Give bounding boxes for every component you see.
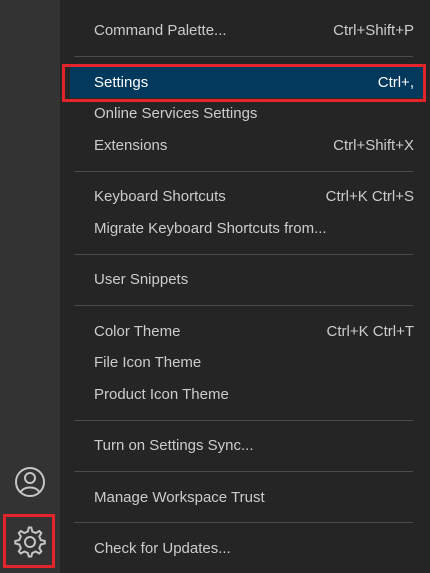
menu-item-shortcut: Ctrl+Shift+X bbox=[333, 137, 414, 154]
menu-item-label: Command Palette... bbox=[94, 22, 227, 39]
menu-item-manage-workspace-trust[interactable]: Manage Workspace Trust bbox=[70, 482, 424, 513]
menu-item-command-palette[interactable]: Command Palette... Ctrl+Shift+P bbox=[70, 15, 424, 46]
menu-item-shortcut: Ctrl+K Ctrl+S bbox=[325, 188, 414, 205]
menu-item-label: Online Services Settings bbox=[94, 105, 258, 122]
menu-item-shortcut: Ctrl+K Ctrl+T bbox=[326, 323, 414, 340]
menu-item-label: Color Theme bbox=[94, 323, 181, 340]
menu-item-file-icon-theme[interactable]: File Icon Theme bbox=[70, 347, 424, 378]
menu-separator bbox=[74, 522, 413, 523]
menu-item-label: Turn on Settings Sync... bbox=[94, 437, 254, 454]
menu-item-shortcut: Ctrl+Shift+P bbox=[333, 22, 414, 39]
menu-separator bbox=[74, 171, 413, 172]
menu-separator bbox=[74, 420, 413, 421]
menu-item-user-snippets[interactable]: User Snippets bbox=[70, 264, 424, 295]
menu-item-label: File Icon Theme bbox=[94, 354, 202, 371]
menu-item-product-icon-theme[interactable]: Product Icon Theme bbox=[70, 379, 424, 410]
menu-item-shortcut: Ctrl+, bbox=[377, 74, 414, 91]
accounts-icon[interactable] bbox=[0, 457, 60, 507]
menu-item-label: Keyboard Shortcuts bbox=[94, 188, 226, 205]
menu-item-online-services-settings[interactable]: Online Services Settings bbox=[70, 98, 424, 129]
activity-bar bbox=[0, 0, 60, 573]
menu-item-label: Settings bbox=[94, 74, 149, 91]
menu-item-label: Manage Workspace Trust bbox=[94, 489, 265, 506]
menu-separator bbox=[74, 471, 413, 472]
manage-highlight-box bbox=[3, 514, 55, 568]
menu-item-migrate-keyboard-shortcuts[interactable]: Migrate Keyboard Shortcuts from... bbox=[70, 213, 424, 244]
menu-separator bbox=[74, 254, 413, 255]
menu-separator bbox=[74, 56, 413, 57]
menu-item-label: Product Icon Theme bbox=[94, 386, 229, 403]
menu-item-color-theme[interactable]: Color Theme Ctrl+K Ctrl+T bbox=[70, 316, 424, 347]
menu-item-check-for-updates[interactable]: Check for Updates... bbox=[70, 533, 424, 564]
menu-item-label: Migrate Keyboard Shortcuts from... bbox=[94, 220, 327, 237]
menu-item-label: User Snippets bbox=[94, 271, 189, 288]
menu-item-turn-on-settings-sync[interactable]: Turn on Settings Sync... bbox=[70, 430, 424, 461]
menu-item-extensions[interactable]: Extensions Ctrl+Shift+X bbox=[70, 130, 424, 161]
menu-item-settings[interactable]: Settings Ctrl+, bbox=[70, 67, 424, 98]
menu-item-label: Extensions bbox=[94, 137, 168, 154]
menu-separator bbox=[74, 305, 413, 306]
menu-item-label: Check for Updates... bbox=[94, 540, 231, 557]
menu-item-keyboard-shortcuts[interactable]: Keyboard Shortcuts Ctrl+K Ctrl+S bbox=[70, 181, 424, 212]
